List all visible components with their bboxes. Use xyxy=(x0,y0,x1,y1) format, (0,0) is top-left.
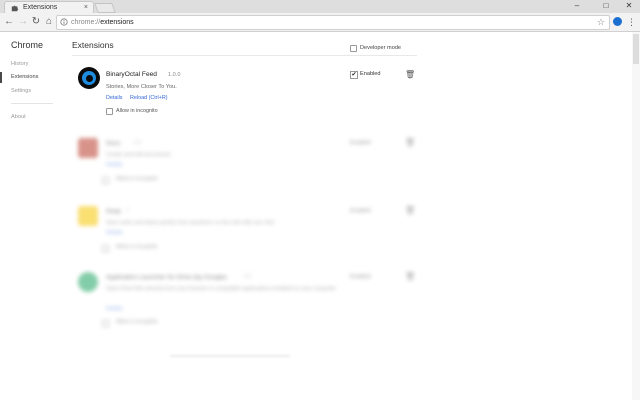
extension-name: BinaryOctal Feed xyxy=(106,71,157,78)
developer-mode-checkbox[interactable] xyxy=(350,45,357,52)
menu-icon[interactable]: ⋮ xyxy=(627,16,636,28)
extension-logo-icon xyxy=(78,67,100,89)
home-button[interactable]: ⌂ xyxy=(43,15,55,29)
page-title: Extensions xyxy=(72,40,114,50)
extension-icon xyxy=(78,206,98,226)
puzzle-icon xyxy=(11,5,19,12)
extension-name: Keep xyxy=(106,208,121,215)
extension-icon xyxy=(78,272,98,292)
extension-description: Save notes and ideas quickly from anywhe… xyxy=(106,220,275,226)
extension-icon xyxy=(78,138,98,158)
extension-version: 1 xyxy=(126,208,129,214)
close-window-button[interactable]: ✕ xyxy=(618,0,640,13)
active-indicator xyxy=(0,72,2,83)
details-link[interactable]: Details xyxy=(106,162,122,168)
browser-toolbar: ← → ↻ ⌂ chrome://extensions ☆ ⋮ xyxy=(0,13,640,32)
incognito-label[interactable]: Allow in incognito xyxy=(116,319,158,325)
enabled-checkbox[interactable]: ✔ xyxy=(350,71,358,79)
enabled-label[interactable]: Enabled xyxy=(350,208,371,214)
sidebar-item-about[interactable]: About xyxy=(11,114,26,120)
forward-button[interactable]: → xyxy=(17,15,29,29)
enabled-label[interactable]: Enabled xyxy=(360,71,381,77)
address-bar[interactable]: chrome://extensions ☆ xyxy=(56,15,610,30)
developer-mode-label[interactable]: Developer mode xyxy=(360,45,401,51)
trash-icon[interactable]: 🗑 xyxy=(405,206,415,215)
tab-strip: Extensions × – □ ✕ xyxy=(0,0,640,14)
incognito-checkbox[interactable] xyxy=(102,177,109,184)
url-text: chrome://extensions xyxy=(71,19,134,26)
bookmark-star-icon[interactable]: ☆ xyxy=(597,16,605,29)
scrollbar[interactable] xyxy=(632,32,640,400)
incognito-label[interactable]: Allow in incognito xyxy=(116,176,158,182)
extension-description: Create and edit documents xyxy=(106,152,171,158)
reload-link[interactable]: Reload (Ctrl+R) xyxy=(130,95,168,101)
header-divider xyxy=(72,55,417,56)
incognito-checkbox[interactable] xyxy=(102,245,109,252)
sidebar-item-extensions[interactable]: Extensions xyxy=(11,74,38,80)
extension-version: 0.2 xyxy=(134,140,142,146)
incognito-checkbox[interactable] xyxy=(106,108,113,115)
details-link[interactable]: Details xyxy=(106,230,122,236)
sidebar-divider xyxy=(11,103,53,104)
reload-button[interactable]: ↻ xyxy=(30,15,42,29)
incognito-label[interactable]: Allow in incognito xyxy=(116,108,158,114)
sidebar-item-history[interactable]: History xyxy=(11,61,28,67)
trash-icon[interactable]: 🗑 xyxy=(405,70,415,79)
minimize-button[interactable]: – xyxy=(566,0,588,13)
trash-icon[interactable]: 🗑 xyxy=(405,138,415,147)
trash-icon[interactable]: 🗑 xyxy=(405,272,415,281)
page-info-icon xyxy=(60,18,68,26)
incognito-checkbox[interactable] xyxy=(102,320,109,327)
new-tab-button[interactable] xyxy=(94,3,116,13)
sidebar-item-settings[interactable]: Settings xyxy=(11,88,31,94)
profile-avatar[interactable] xyxy=(613,17,622,26)
enabled-label[interactable]: Enabled xyxy=(350,274,371,280)
footer-divider xyxy=(170,355,290,357)
scrollbar-thumb[interactable] xyxy=(633,34,639,64)
extension-item: Keep 1 Save notes and ideas quickly from… xyxy=(72,200,422,264)
extension-description: Stories, More Closer To You. xyxy=(106,84,177,90)
details-link[interactable]: Details xyxy=(106,95,122,101)
extension-description: Open Drive files directly from your brow… xyxy=(106,286,338,292)
back-button[interactable]: ← xyxy=(3,15,15,29)
extension-item: Docs 0.2 Create and edit documents Detai… xyxy=(72,132,422,196)
extension-version: 1.0.0 xyxy=(168,72,181,78)
maximize-button[interactable]: □ xyxy=(595,0,617,13)
enabled-label[interactable]: Enabled xyxy=(350,140,371,146)
extension-name: Docs xyxy=(106,140,121,147)
details-link[interactable]: Details xyxy=(106,306,122,312)
incognito-label[interactable]: Allow in incognito xyxy=(116,244,158,250)
brand-title: Chrome xyxy=(11,40,44,50)
extension-name: Application Launcher for Drive (by Googl… xyxy=(106,274,227,281)
extension-version: 3.2 xyxy=(244,274,252,280)
extension-item: Application Launcher for Drive (by Googl… xyxy=(72,266,422,336)
